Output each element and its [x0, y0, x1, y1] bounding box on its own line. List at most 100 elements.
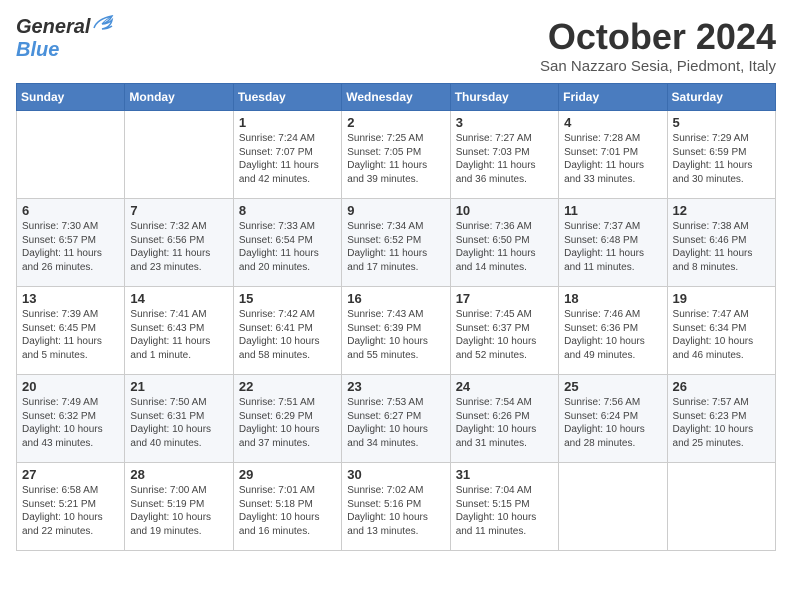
calendar-cell: 7Sunrise: 7:32 AMSunset: 6:56 PMDaylight…: [125, 199, 233, 287]
day-number: 30: [347, 467, 444, 482]
day-info: Sunrise: 7:53 AMSunset: 6:27 PMDaylight:…: [347, 396, 444, 450]
day-number: 28: [130, 467, 227, 482]
day-number: 13: [22, 291, 119, 306]
weekday-header-wednesday: Wednesday: [342, 84, 450, 111]
calendar-cell: 3 Sunrise: 7:27 AMSunset: 7:03 PMDaylight…: [450, 111, 558, 199]
calendar-cell: 18Sunrise: 7:46 AMSunset: 6:36 PMDayligh…: [559, 287, 667, 375]
location: San Nazzaro Sesia, Piedmont, Italy: [540, 58, 776, 75]
calendar-week-1: 1Sunrise: 7:24 AMSunset: 7:07 PMDaylight…: [17, 111, 776, 199]
calendar-cell: 17 Sunrise: 7:45 AMSunset: 6:37 PMDayligh…: [450, 287, 558, 375]
calendar-cell: 10Sunrise: 7:36 AMSunset: 6:50 PMDayligh…: [450, 199, 558, 287]
day-number: 1: [239, 115, 336, 130]
day-number: 9: [347, 203, 444, 218]
calendar-cell: [559, 463, 667, 551]
day-info: Sunrise: 7:02 AMSunset: 5:16 PMDaylight:…: [347, 484, 444, 538]
calendar-cell: 14Sunrise: 7:41 AMSunset: 6:43 PMDayligh…: [125, 287, 233, 375]
calendar-cell: 22 Sunrise: 7:51 AMSunset: 6:29 PMDayligh…: [233, 375, 341, 463]
day-info: Sunrise: 7:57 AMSunset: 6:23 PMDaylight:…: [673, 396, 770, 450]
day-info: Sunrise: 7:29 AMSunset: 6:59 PMDaylight:…: [673, 132, 770, 186]
weekday-header-row: SundayMondayTuesdayWednesdayThursdayFrid…: [17, 84, 776, 111]
calendar-cell: 1Sunrise: 7:24 AMSunset: 7:07 PMDaylight…: [233, 111, 341, 199]
day-number: 16: [347, 291, 444, 306]
calendar-cell: 5 Sunrise: 7:29 AMSunset: 6:59 PMDaylight…: [667, 111, 775, 199]
logo-bird-icon: [92, 14, 114, 37]
day-number: 4: [564, 115, 661, 130]
day-info: Sunrise: 7:34 AMSunset: 6:52 PMDaylight:…: [347, 220, 444, 274]
calendar-table: SundayMondayTuesdayWednesdayThursdayFrid…: [16, 83, 776, 551]
calendar-cell: [667, 463, 775, 551]
weekday-header-friday: Friday: [559, 84, 667, 111]
calendar-cell: 11Sunrise: 7:37 AMSunset: 6:48 PMDayligh…: [559, 199, 667, 287]
calendar-cell: 12Sunrise: 7:38 AMSunset: 6:46 PMDayligh…: [667, 199, 775, 287]
calendar-cell: 30 Sunrise: 7:02 AMSunset: 5:16 PMDayligh…: [342, 463, 450, 551]
day-number: 20: [22, 379, 119, 394]
logo-blue: Blue: [16, 39, 59, 61]
day-info: Sunrise: 7:39 AMSunset: 6:45 PMDaylight:…: [22, 308, 119, 362]
logo-general: General: [16, 16, 90, 39]
day-info: Sunrise: 7:25 AMSunset: 7:05 PMDaylight:…: [347, 132, 444, 186]
calendar-cell: 26 Sunrise: 7:57 AMSunset: 6:23 PMDayligh…: [667, 375, 775, 463]
day-number: 8: [239, 203, 336, 218]
calendar-cell: 27Sunrise: 6:58 AMSunset: 5:21 PMDayligh…: [17, 463, 125, 551]
day-info: Sunrise: 7:45 AMSunset: 6:37 PMDaylight:…: [456, 308, 553, 362]
day-info: Sunrise: 7:56 AMSunset: 6:24 PMDaylight:…: [564, 396, 661, 450]
day-number: 15: [239, 291, 336, 306]
calendar-cell: 23 Sunrise: 7:53 AMSunset: 6:27 PMDayligh…: [342, 375, 450, 463]
page-header: General Blue October 2024 San Nazzaro Se…: [16, 16, 776, 75]
calendar-week-2: 6Sunrise: 7:30 AMSunset: 6:57 PMDaylight…: [17, 199, 776, 287]
day-info: Sunrise: 7:43 AMSunset: 6:39 PMDaylight:…: [347, 308, 444, 362]
day-number: 5: [673, 115, 770, 130]
weekday-header-sunday: Sunday: [17, 84, 125, 111]
day-number: 22: [239, 379, 336, 394]
day-info: Sunrise: 7:33 AMSunset: 6:54 PMDaylight:…: [239, 220, 336, 274]
day-info: Sunrise: 7:36 AMSunset: 6:50 PMDaylight:…: [456, 220, 553, 274]
calendar-cell: 13 Sunrise: 7:39 AMSunset: 6:45 PMDayligh…: [17, 287, 125, 375]
month-title: October 2024: [540, 16, 776, 58]
day-number: 18: [564, 291, 661, 306]
day-info: Sunrise: 7:42 AMSunset: 6:41 PMDaylight:…: [239, 308, 336, 362]
calendar-cell: 29Sunrise: 7:01 AMSunset: 5:18 PMDayligh…: [233, 463, 341, 551]
day-info: Sunrise: 7:38 AMSunset: 6:46 PMDaylight:…: [673, 220, 770, 274]
calendar-cell: 15 Sunrise: 7:42 AMSunset: 6:41 PMDayligh…: [233, 287, 341, 375]
calendar-cell: 8 Sunrise: 7:33 AMSunset: 6:54 PMDaylight…: [233, 199, 341, 287]
calendar-cell: 28 Sunrise: 7:00 AMSunset: 5:19 PMDayligh…: [125, 463, 233, 551]
calendar-cell: [125, 111, 233, 199]
calendar-cell: 20 Sunrise: 7:49 AMSunset: 6:32 PMDayligh…: [17, 375, 125, 463]
calendar-cell: 6Sunrise: 7:30 AMSunset: 6:57 PMDaylight…: [17, 199, 125, 287]
weekday-header-tuesday: Tuesday: [233, 84, 341, 111]
day-number: 26: [673, 379, 770, 394]
title-block: October 2024 San Nazzaro Sesia, Piedmont…: [540, 16, 776, 75]
weekday-header-saturday: Saturday: [667, 84, 775, 111]
day-info: Sunrise: 7:54 AMSunset: 6:26 PMDaylight:…: [456, 396, 553, 450]
calendar-cell: 31 Sunrise: 7:04 AMSunset: 5:15 PMDayligh…: [450, 463, 558, 551]
day-number: 3: [456, 115, 553, 130]
calendar-cell: 25 Sunrise: 7:56 AMSunset: 6:24 PMDayligh…: [559, 375, 667, 463]
day-info: Sunrise: 7:47 AMSunset: 6:34 PMDaylight:…: [673, 308, 770, 362]
day-number: 29: [239, 467, 336, 482]
day-info: Sunrise: 7:50 AMSunset: 6:31 PMDaylight:…: [130, 396, 227, 450]
day-number: 25: [564, 379, 661, 394]
day-info: Sunrise: 6:58 AMSunset: 5:21 PMDaylight:…: [22, 484, 119, 538]
day-info: Sunrise: 7:27 AMSunset: 7:03 PMDaylight:…: [456, 132, 553, 186]
day-number: 31: [456, 467, 553, 482]
day-info: Sunrise: 7:51 AMSunset: 6:29 PMDaylight:…: [239, 396, 336, 450]
calendar-week-4: 20 Sunrise: 7:49 AMSunset: 6:32 PMDayligh…: [17, 375, 776, 463]
day-info: Sunrise: 7:00 AMSunset: 5:19 PMDaylight:…: [130, 484, 227, 538]
day-number: 19: [673, 291, 770, 306]
weekday-header-thursday: Thursday: [450, 84, 558, 111]
day-info: Sunrise: 7:37 AMSunset: 6:48 PMDaylight:…: [564, 220, 661, 274]
day-info: Sunrise: 7:49 AMSunset: 6:32 PMDaylight:…: [22, 396, 119, 450]
day-number: 23: [347, 379, 444, 394]
calendar-cell: 24 Sunrise: 7:54 AMSunset: 6:26 PMDayligh…: [450, 375, 558, 463]
day-number: 6: [22, 203, 119, 218]
weekday-header-monday: Monday: [125, 84, 233, 111]
day-number: 24: [456, 379, 553, 394]
calendar-cell: 21Sunrise: 7:50 AMSunset: 6:31 PMDayligh…: [125, 375, 233, 463]
day-info: Sunrise: 7:32 AMSunset: 6:56 PMDaylight:…: [130, 220, 227, 274]
day-info: Sunrise: 7:04 AMSunset: 5:15 PMDaylight:…: [456, 484, 553, 538]
calendar-week-5: 27Sunrise: 6:58 AMSunset: 5:21 PMDayligh…: [17, 463, 776, 551]
day-info: Sunrise: 7:28 AMSunset: 7:01 PMDaylight:…: [564, 132, 661, 186]
calendar-week-3: 13 Sunrise: 7:39 AMSunset: 6:45 PMDayligh…: [17, 287, 776, 375]
day-number: 2: [347, 115, 444, 130]
day-number: 17: [456, 291, 553, 306]
